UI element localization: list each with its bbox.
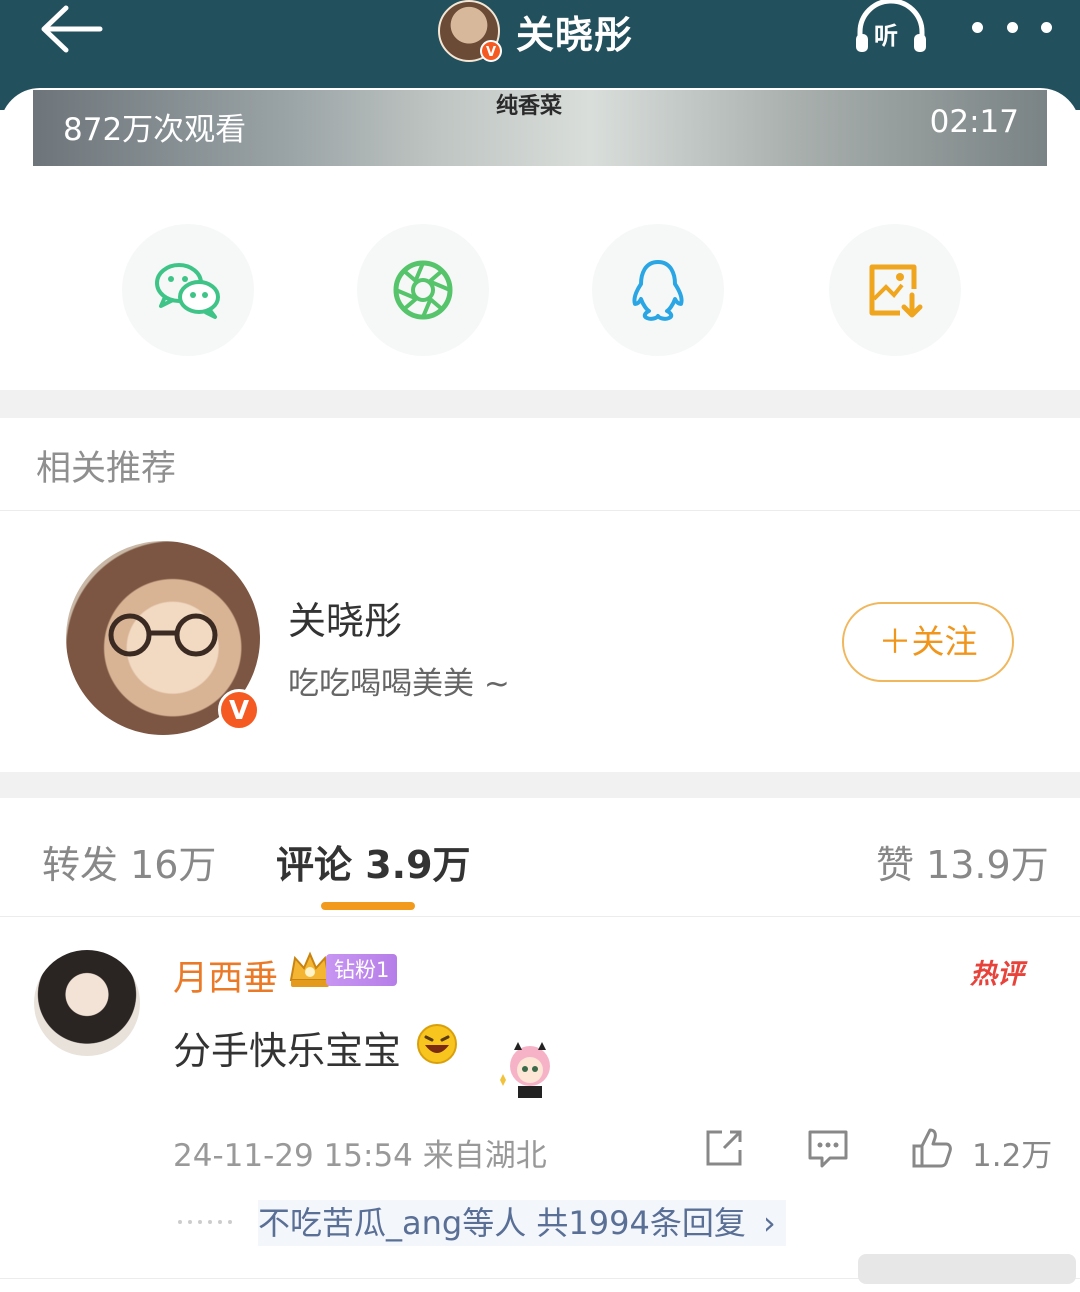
watermark-bar: [858, 1254, 1076, 1284]
recommended-user-name[interactable]: 关晓彤: [288, 590, 402, 645]
video-preview[interactable]: 纯香菜 872万次观看 02:17: [33, 90, 1047, 166]
qq-icon: [632, 260, 684, 321]
comment-text: 分手快乐宝宝: [173, 1029, 402, 1073]
reply-icon[interactable]: [806, 1126, 850, 1170]
video-subtitle: 纯香菜: [496, 94, 563, 119]
verified-badge: V: [480, 40, 502, 62]
recommended-avatar[interactable]: V: [66, 541, 260, 735]
follow-button[interactable]: ＋关注: [842, 602, 1014, 682]
share-options: [0, 224, 1080, 356]
chevron-right-icon: ›: [763, 1204, 776, 1242]
video-views: 872万次观看: [63, 112, 247, 148]
more-button[interactable]: [972, 12, 1052, 42]
laughing-emoji-icon: [417, 1024, 457, 1064]
moments-icon: [393, 260, 453, 320]
video-duration: 02:17: [929, 104, 1019, 140]
header-user[interactable]: V 关晓彤: [438, 0, 633, 62]
recommended-user-bio: 吃吃喝喝美美 ~: [288, 666, 510, 702]
share-qq-button[interactable]: [592, 224, 724, 356]
hot-comment-badge: 热评: [970, 959, 1024, 990]
replies-summary[interactable]: 不吃苦瓜_ang等人 共1994条回复 ›: [258, 1200, 786, 1246]
glasses-icon: [108, 613, 218, 657]
commenter-avatar[interactable]: [34, 950, 140, 1056]
back-arrow-icon: [41, 5, 103, 53]
divider: [0, 916, 1080, 917]
more-dot-icon: [972, 21, 983, 33]
share-icon[interactable]: [702, 1126, 746, 1170]
related-title: 相关推荐: [36, 449, 177, 489]
comment-meta: 24-11-29 15:54 来自湖北: [173, 1138, 547, 1174]
commenter-name[interactable]: 月西垂: [173, 950, 278, 1001]
share-panel: 纯香菜 872万次观看 02:17: [0, 88, 1080, 388]
more-dot-icon: [1006, 21, 1018, 33]
thumbs-up-icon[interactable]: [910, 1126, 954, 1170]
active-tab-indicator: [321, 902, 415, 910]
save-image-button[interactable]: [829, 224, 961, 356]
anime-sticker-icon: [500, 1042, 550, 1098]
fan-level-badge: 钻粉1: [326, 954, 398, 986]
share-wechat-button[interactable]: [122, 224, 254, 356]
section-separator: [0, 772, 1080, 798]
share-moments-button[interactable]: [357, 224, 489, 356]
divider: [0, 510, 1080, 511]
header-avatar[interactable]: V: [438, 0, 502, 62]
listen-label: 听: [874, 22, 898, 50]
like-count: 1.2万: [972, 1138, 1053, 1174]
dotted-line-icon: [178, 1220, 232, 1224]
listen-button[interactable]: 听: [852, 0, 930, 56]
header-user-name[interactable]: 关晓彤: [516, 4, 633, 59]
tab-reposts[interactable]: 转发 16万: [42, 834, 216, 889]
back-button[interactable]: [36, 2, 106, 58]
verified-badge: V: [218, 689, 260, 731]
tab-likes[interactable]: 赞 13.9万: [876, 834, 1049, 889]
section-separator: [0, 390, 1080, 418]
more-dot-icon: [1041, 21, 1052, 33]
tab-comments[interactable]: 评论 3.9万: [276, 834, 471, 889]
replies-summary-text: 不吃苦瓜_ang等人 共1994条回复: [258, 1204, 746, 1242]
wechat-icon: [155, 263, 220, 319]
save-image-icon: [869, 264, 923, 318]
